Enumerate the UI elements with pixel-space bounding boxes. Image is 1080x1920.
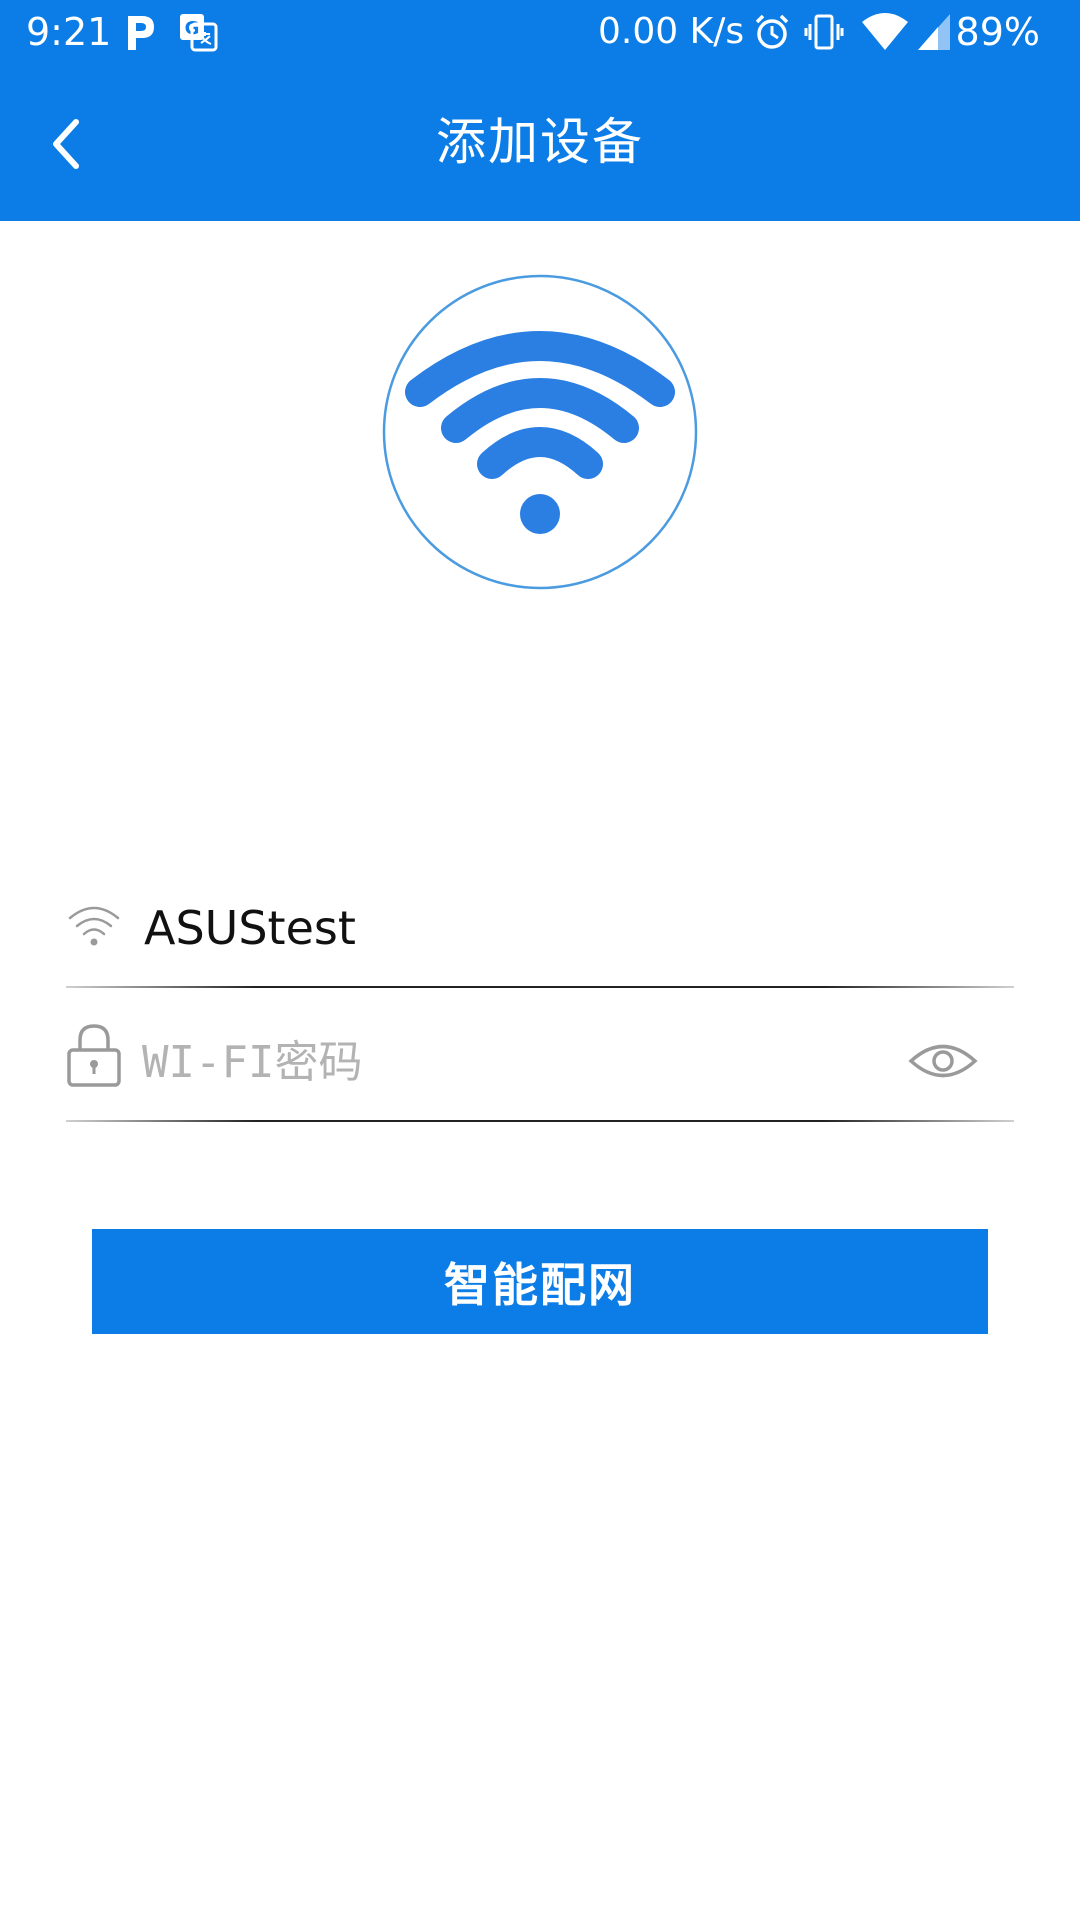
title-bar: 添加设备	[0, 64, 1080, 221]
password-divider	[66, 1120, 1014, 1122]
chevron-left-icon	[53, 119, 79, 169]
status-time: 9:21	[26, 10, 112, 54]
lock-icon	[67, 1024, 121, 1087]
wifi-hero-icon	[382, 274, 698, 590]
ssid-row[interactable]: ASUStest	[66, 868, 1014, 988]
wifi-password-input[interactable]	[142, 1032, 882, 1092]
p-app-icon	[128, 16, 154, 50]
ssid-value: ASUStest	[144, 901, 356, 955]
back-button[interactable]	[36, 104, 96, 184]
page-title: 添加设备	[436, 113, 644, 171]
vibrate-icon	[804, 14, 844, 50]
password-row	[66, 1002, 1014, 1122]
translate-icon: G	[180, 14, 218, 52]
eye-icon[interactable]	[908, 1038, 978, 1084]
cell-signal-icon	[918, 14, 950, 50]
smart-config-button[interactable]: 智能配网	[92, 1229, 988, 1334]
wifi-signal-icon	[862, 13, 908, 50]
ssid-divider	[66, 986, 1014, 988]
battery-level: 89%	[955, 10, 1040, 54]
wifi-icon	[68, 906, 120, 946]
network-speed: 0.00 K/s	[598, 11, 745, 52]
status-bar: 9:21 G 0.00 K/s 89%	[0, 0, 1080, 64]
alarm-icon	[755, 14, 789, 49]
add-device-screen: 9:21 G 0.00 K/s 89% 添加设备 ASUStest 智能配网	[0, 0, 1080, 1920]
